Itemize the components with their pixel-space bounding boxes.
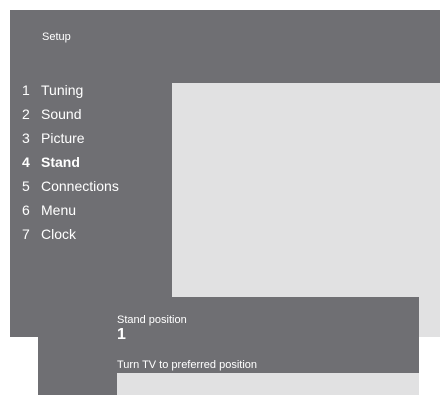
menu-item-label: Sound xyxy=(41,106,82,122)
menu-item-label: Menu xyxy=(41,202,77,218)
menu-item-number: 1 xyxy=(22,82,30,98)
menu-item-label: Picture xyxy=(41,130,85,146)
menu-item-label: Tuning xyxy=(41,82,84,98)
menu-item-tuning[interactable]: 1 Tuning xyxy=(22,81,119,105)
stand-position-label: Stand position xyxy=(117,314,187,326)
setup-menu-panel: Setup 1 Tuning 2 Sound 3 Picture 4 Stand 5 Co… xyxy=(10,10,440,337)
menu-item-picture[interactable]: 3 Picture xyxy=(22,129,119,153)
stand-info-bar xyxy=(117,373,419,395)
setup-title: Setup xyxy=(42,31,71,43)
setup-menu-list: 1 Tuning 2 Sound 3 Picture 4 Stand 5 Connecti… xyxy=(22,81,119,249)
menu-item-number: 2 xyxy=(22,106,30,122)
tv-setup-screen: Setup 1 Tuning 2 Sound 3 Picture 4 Stand 5 Co… xyxy=(0,0,440,395)
menu-item-connections[interactable]: 5 Connections xyxy=(22,177,119,201)
menu-item-number: 5 xyxy=(22,178,30,194)
menu-item-label: Connections xyxy=(41,178,119,194)
menu-item-label: Clock xyxy=(41,226,77,242)
menu-item-menu[interactable]: 6 Menu xyxy=(22,201,119,225)
menu-item-clock[interactable]: 7 Clock xyxy=(22,225,119,249)
menu-item-number: 4 xyxy=(22,154,30,170)
menu-item-number: 7 xyxy=(22,226,30,242)
stand-position-panel: Stand position 1 Turn TV to preferred po… xyxy=(38,297,419,395)
menu-item-sound[interactable]: 2 Sound xyxy=(22,105,119,129)
stand-instruction-text: Turn TV to preferred position xyxy=(117,359,258,371)
stand-position-value[interactable]: 1 xyxy=(117,326,126,344)
menu-item-number: 6 xyxy=(22,202,30,218)
menu-item-stand[interactable]: 4 Stand xyxy=(22,153,119,177)
menu-item-label: Stand xyxy=(41,154,80,170)
menu-item-number: 3 xyxy=(22,130,30,146)
